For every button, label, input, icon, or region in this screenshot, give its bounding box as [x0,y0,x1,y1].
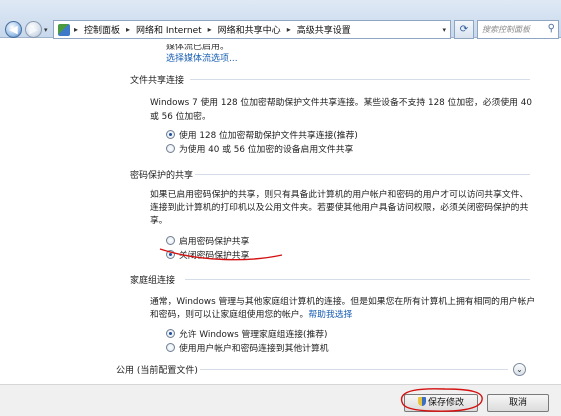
refresh-icon: ⟳ [459,24,469,35]
radio-button[interactable] [166,329,175,338]
radio-use-user-accounts[interactable]: 使用用户帐户和密码连接到其他计算机 [166,341,329,354]
address-dropdown-icon[interactable]: ▾ [442,26,446,34]
breadcrumb-item-advanced-sharing[interactable]: 高级共享设置 [297,23,351,36]
arrow-right-icon: ▶ [29,23,38,36]
radio-button[interactable] [166,236,175,245]
address-bar: ◀ ▶ ▾ ▸ 控制面板 ▸ 网络和 Internet ▸ 网络和共享中心 ▸ … [0,0,561,39]
radio-disable-password-sharing[interactable]: 关闭密码保护共享 [166,248,249,261]
radio-label: 关闭密码保护共享 [179,251,250,261]
forward-button[interactable]: ▶ [25,21,42,38]
magnifier-icon: ⚲ [547,23,555,34]
cancel-button[interactable]: 取消 [487,394,549,412]
expand-public-profile-button[interactable]: ⌄ [513,363,526,376]
search-input[interactable]: 搜索控制面板 ⚲ [477,20,559,39]
radio-label: 使用用户帐户和密码连接到其他计算机 [179,344,329,354]
radio-label: 为使用 40 或 56 位加密的设备启用文件共享 [179,145,354,155]
radio-128bit-encryption[interactable]: 使用 128 位加密帮助保护文件共享连接(推荐) [166,128,358,141]
file-sharing-title: 文件共享连接 [130,76,185,86]
breadcrumb-item-control-panel[interactable]: 控制面板 [84,23,120,36]
settings-content: 媒体流已启用。 选择媒体流选项... 文件共享连接 Windows 7 使用 1… [0,39,561,379]
password-sharing-description-line3: 享。 [150,216,168,226]
radio-label: 允许 Windows 管理家庭组连接(推荐) [179,330,328,340]
section-divider [195,174,530,175]
breadcrumb-item-network-internet[interactable]: 网络和 Internet [136,23,202,36]
homegroup-description-text: 和密码，则可以让家庭组使用您的帐户。 [150,310,309,320]
control-panel-icon [58,23,70,36]
chevron-down-icon: ⌄ [516,365,523,374]
file-sharing-description-line2: 或 56 位加密。 [150,112,211,122]
radio-button[interactable] [166,144,175,153]
breadcrumb-separator-icon[interactable]: ▸ [74,25,78,34]
radio-button[interactable] [166,250,175,259]
radio-label: 启用密码保护共享 [179,237,250,247]
breadcrumb-separator-icon[interactable]: ▸ [287,25,291,34]
section-divider [190,79,530,80]
breadcrumb-item-network-sharing-center[interactable]: 网络和共享中心 [218,23,281,36]
help-me-choose-link[interactable]: 帮助我选择 [308,310,352,320]
homegroup-description-line2: 和密码，则可以让家庭组使用您的帐户。帮助我选择 [150,307,352,320]
file-sharing-description-line1: Windows 7 使用 128 位加密帮助保护文件共享连接。某些设备不支持 1… [150,98,532,108]
homegroup-description-line1: 通常，Windows 管理与其他家庭组计算机的连接。但是如果您在所有计算机上拥有… [150,297,536,307]
arrow-left-icon: ◀ [9,23,18,36]
save-changes-button[interactable]: 保存修改 [404,394,478,412]
action-bar: 保存修改 取消 [0,384,561,416]
radio-windows-manage-homegroup[interactable]: 允许 Windows 管理家庭组连接(推荐) [166,327,328,340]
radio-enable-password-sharing[interactable]: 启用密码保护共享 [166,234,249,247]
password-sharing-description-line2: 连接到此计算机的打印机以及公用文件夹。若要使其他用户具备访问权限，必须关闭密码保… [150,203,529,213]
cancel-button-label: 取消 [508,398,527,408]
public-profile-title[interactable]: 公用 (当前配置文件) [116,363,198,376]
uac-shield-icon [417,397,426,406]
search-placeholder: 搜索控制面板 [482,25,530,34]
radio-label: 使用 128 位加密帮助保护文件共享连接(推荐) [179,131,358,141]
back-button[interactable]: ◀ [5,21,22,38]
password-sharing-title: 密码保护的共享 [130,171,194,181]
breadcrumb[interactable]: ▸ 控制面板 ▸ 网络和 Internet ▸ 网络和共享中心 ▸ 高级共享设置… [53,20,451,39]
section-divider [200,369,508,370]
password-sharing-description-line1: 如果已启用密码保护的共享，则只有具备此计算机的用户帐户和密码的用户才可以访问共享… [150,190,529,200]
breadcrumb-separator-icon[interactable]: ▸ [208,25,212,34]
radio-button[interactable] [166,130,175,139]
radio-40-56bit-encryption[interactable]: 为使用 40 或 56 位加密的设备启用文件共享 [166,142,353,155]
history-dropdown-icon[interactable]: ▾ [44,26,48,34]
radio-button[interactable] [166,343,175,352]
refresh-button[interactable]: ⟳ [454,20,474,39]
media-streaming-options-link[interactable]: 选择媒体流选项... [166,51,238,64]
save-button-label: 保存修改 [427,398,464,408]
section-divider [185,279,530,280]
homegroup-title: 家庭组连接 [130,276,176,286]
breadcrumb-separator-icon[interactable]: ▸ [126,25,130,34]
